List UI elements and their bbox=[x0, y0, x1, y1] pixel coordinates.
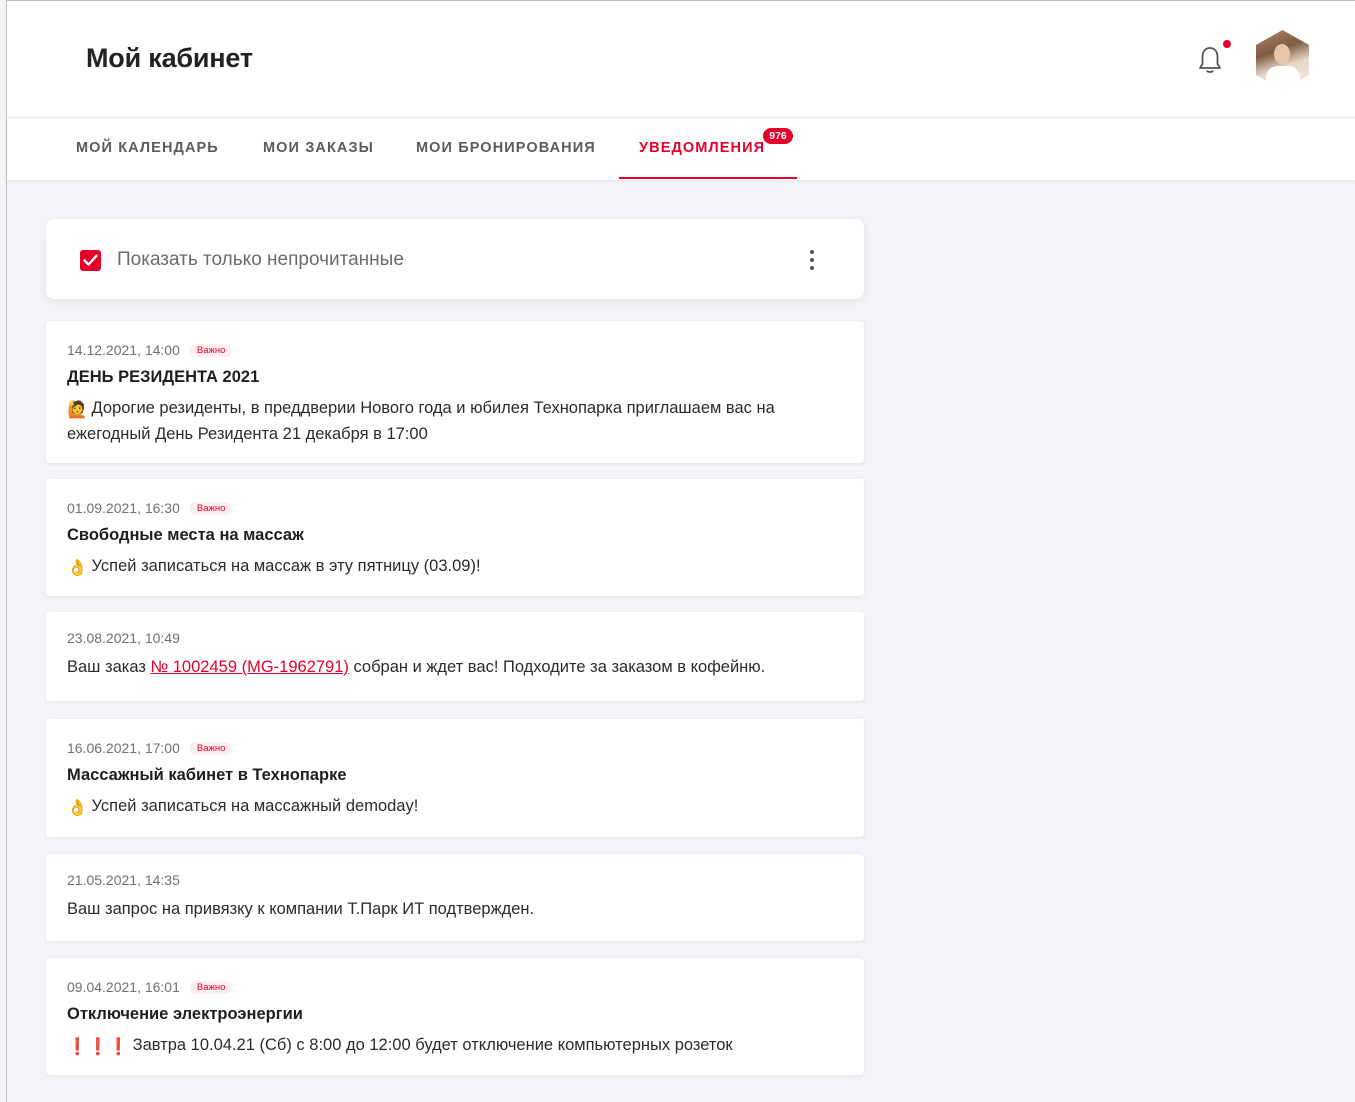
notification-text: 🙋 Дорогие резиденты, в преддверии Нового … bbox=[67, 399, 775, 443]
avatar[interactable] bbox=[1256, 30, 1309, 90]
tab-calendar[interactable]: МОЙ КАЛЕНДАРЬ bbox=[76, 140, 219, 156]
tab-notifications[interactable]: УВЕДОМЛЕНИЯ bbox=[639, 140, 765, 156]
notification-date: 09.04.2021, 16:01 bbox=[67, 979, 180, 995]
important-badge: Важно bbox=[189, 501, 233, 515]
raising-hand-icon: 🙋 bbox=[67, 400, 88, 419]
notification-card[interactable]: 21.05.2021, 14:35 Ваш запрос на привязку… bbox=[46, 854, 864, 941]
header: Мой кабинет bbox=[7, 1, 1355, 118]
notification-card[interactable]: 23.08.2021, 10:49 Ваш заказ № 1002459 (M… bbox=[46, 612, 864, 701]
page-title: Мой кабинет bbox=[86, 43, 253, 73]
notification-text: Ваш заказ № 1002459 (MG-1962791) собран … bbox=[67, 658, 766, 676]
notification-title: Отключение электроэнергии bbox=[67, 1005, 303, 1023]
unread-only-checkbox[interactable] bbox=[80, 250, 101, 271]
important-badge: Важно bbox=[189, 343, 233, 357]
bell-icon[interactable] bbox=[1197, 45, 1223, 75]
active-tab-indicator bbox=[619, 177, 797, 179]
filter-panel: Показать только непрочитанные bbox=[46, 219, 864, 299]
notification-text: Ваш запрос на привязку к компании Т.Парк… bbox=[67, 900, 535, 918]
notification-date: 21.05.2021, 14:35 bbox=[67, 872, 180, 888]
notification-card[interactable]: 09.04.2021, 16:01 Важно Отключение элект… bbox=[46, 958, 864, 1075]
notification-date: 16.06.2021, 17:00 bbox=[67, 740, 180, 756]
unread-only-label[interactable]: Показать только непрочитанные bbox=[117, 249, 404, 271]
tab-orders[interactable]: МОИ ЗАКАЗЫ bbox=[263, 140, 374, 156]
notification-text: ❗❗❗ Завтра 10.04.21 (Сб) с 8:00 до 12:00 … bbox=[67, 1033, 844, 1059]
app-frame: Мой кабинет МОЙ КАЛЕНДАРЬ МОИ ЗАКАЗЫ МОИ… bbox=[6, 0, 1355, 1102]
exclamation-icon: ❗❗❗ bbox=[67, 1037, 129, 1056]
notification-card[interactable]: 01.09.2021, 16:30 Важно Свободные места … bbox=[46, 479, 864, 596]
important-badge: Важно bbox=[189, 980, 233, 994]
notification-date: 23.08.2021, 10:49 bbox=[67, 630, 180, 646]
notification-dot bbox=[1223, 40, 1231, 48]
tab-bar: МОЙ КАЛЕНДАРЬ МОИ ЗАКАЗЫ МОИ БРОНИРОВАНИ… bbox=[7, 118, 1355, 180]
notification-card[interactable]: 16.06.2021, 17:00 Важно Массажный кабине… bbox=[46, 719, 864, 837]
more-options-icon[interactable] bbox=[800, 247, 824, 273]
ok-hand-icon: 👌 bbox=[67, 558, 88, 577]
notification-title: Массажный кабинет в Технопарке bbox=[67, 766, 347, 784]
important-badge: Важно bbox=[189, 741, 233, 755]
checkmark-icon bbox=[83, 254, 98, 266]
notification-date: 01.09.2021, 16:30 bbox=[67, 500, 180, 516]
notification-text: 👌 Успей записаться на массаж в эту пятниц… bbox=[67, 554, 844, 580]
notifications-count-badge: 976 bbox=[763, 128, 793, 144]
notification-title: Свободные места на массаж bbox=[67, 526, 304, 544]
notification-card[interactable]: 14.12.2021, 14:00 Важно ДЕНЬ РЕЗИДЕНТА 2… bbox=[46, 321, 864, 463]
ok-hand-icon: 👌 bbox=[67, 798, 88, 817]
notification-date: 14.12.2021, 14:00 bbox=[67, 342, 180, 358]
tab-bookings[interactable]: МОИ БРОНИРОВАНИЯ bbox=[416, 140, 596, 156]
notification-title: ДЕНЬ РЕЗИДЕНТА 2021 bbox=[67, 368, 260, 386]
notification-text: 👌 Успей записаться на массажный demoday! bbox=[67, 794, 844, 820]
order-link[interactable]: № 1002459 (MG-1962791) bbox=[150, 658, 348, 676]
